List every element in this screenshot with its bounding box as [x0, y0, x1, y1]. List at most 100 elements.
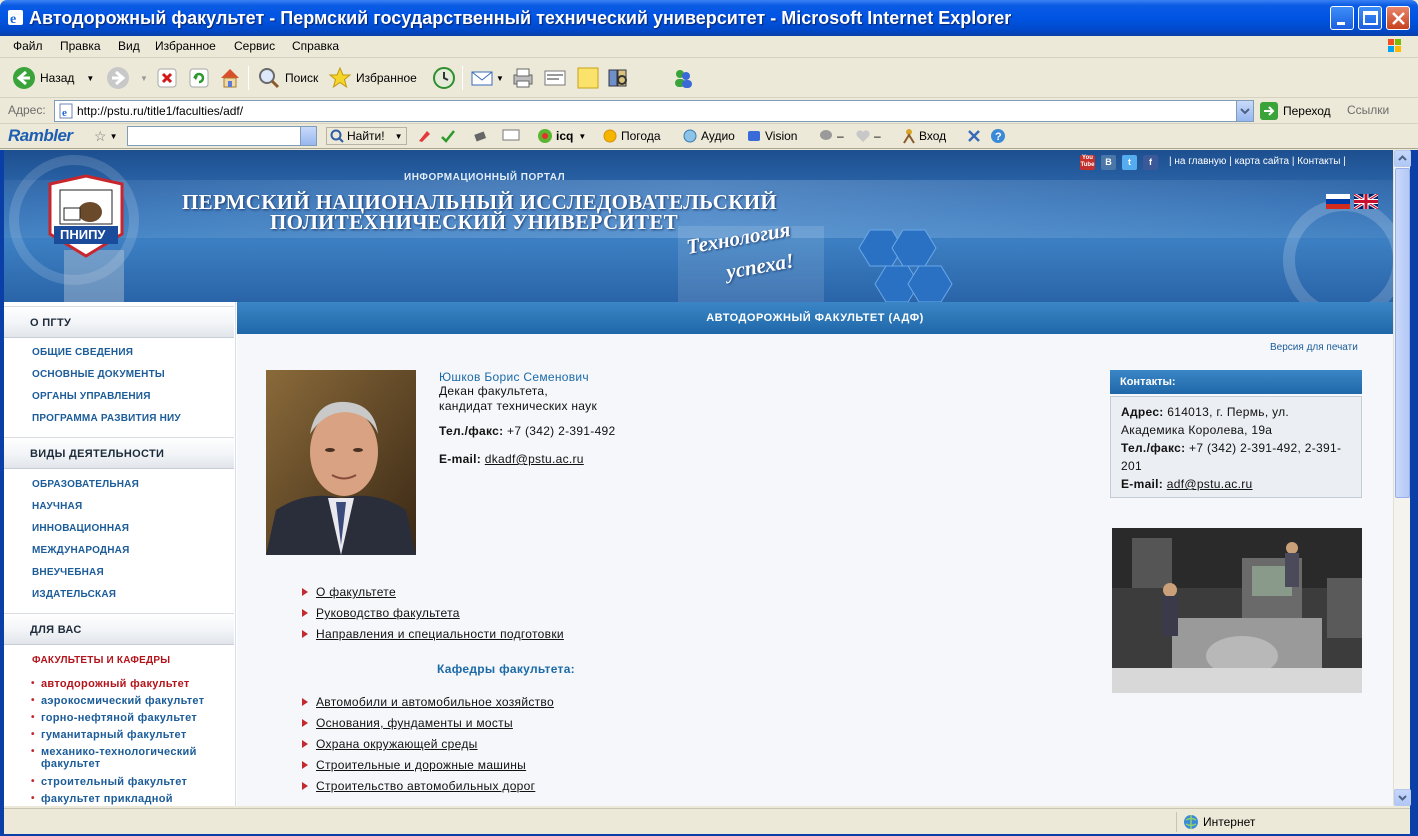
menu-item-governance[interactable]: ОРГАНЫ УПРАВЛЕНИЯ	[32, 391, 151, 402]
youtube-icon[interactable]: You Tube	[1080, 155, 1095, 170]
stop-button[interactable]	[157, 64, 177, 92]
menu-favorites[interactable]: Избранное	[155, 39, 216, 53]
mail-rambler-button[interactable]	[502, 128, 520, 142]
dean-email-link[interactable]: dkadf@pstu.ac.ru	[485, 452, 584, 466]
twitter-icon[interactable]: t	[1122, 155, 1137, 170]
eraser-button[interactable]	[472, 128, 488, 144]
faculty-link-applied[interactable]: факультет прикладной	[31, 793, 173, 805]
highlight-button[interactable]	[416, 128, 432, 144]
rambler-search-dropdown[interactable]	[300, 127, 316, 145]
menu-edit[interactable]: Правка	[60, 39, 101, 53]
rambler-bookmark-button[interactable]: ☆ ▼	[94, 128, 117, 145]
research-button[interactable]	[606, 64, 630, 92]
address-dropdown-button[interactable]	[1236, 101, 1253, 121]
weather-button[interactable]: Погода	[602, 128, 661, 144]
menu-item-international[interactable]: МЕЖДУНАРОДНАЯ	[32, 545, 130, 556]
ie-icon: e	[8, 10, 23, 26]
icq-button[interactable]: icq ▼	[537, 128, 586, 144]
discuss-button[interactable]	[576, 64, 600, 92]
department-link[interactable]: Основания, фундаменты и мосты	[300, 716, 554, 737]
scroll-up-button[interactable]	[1394, 150, 1411, 167]
faculty-link-aerospace[interactable]: аэрокосмический факультет	[31, 695, 204, 707]
help-button[interactable]: ?	[990, 128, 1006, 144]
forward-button[interactable]: ▼	[106, 64, 148, 92]
menu-item-innovative[interactable]: ИННОВАЦИОННАЯ	[32, 523, 129, 534]
menu-file[interactable]: Файл	[13, 39, 43, 53]
menu-tools[interactable]: Сервис	[234, 39, 275, 53]
svg-text:?: ?	[995, 131, 1002, 143]
home-button[interactable]	[218, 64, 242, 92]
faculty-link-mechanical-technological[interactable]: механико-технологический факультет	[31, 746, 231, 770]
rambler-find-button[interactable]: Найти! ▼	[326, 127, 407, 145]
departments-list: Автомобили и автомобильное хозяйство Осн…	[300, 695, 554, 800]
scrollbar-thumb[interactable]	[1395, 168, 1410, 498]
messenger-button[interactable]	[671, 64, 695, 92]
menu-item-publishing[interactable]: ИЗДАТЕЛЬСКАЯ	[32, 589, 116, 600]
sitemap-link[interactable]: карта сайта	[1235, 156, 1289, 167]
mail-button[interactable]: ▼	[470, 64, 504, 92]
history-button[interactable]	[432, 64, 456, 92]
menu-item-general-info[interactable]: ОБЩИЕ СВЕДЕНИЯ	[32, 347, 133, 358]
minimize-button[interactable]	[1330, 6, 1354, 30]
facebook-icon[interactable]: f	[1143, 155, 1158, 170]
maximize-button[interactable]	[1358, 6, 1382, 30]
spellcheck-button[interactable]	[440, 128, 456, 144]
menu-item-scientific[interactable]: НАУЧНАЯ	[32, 501, 82, 512]
refresh-button[interactable]	[189, 64, 209, 92]
go-arrow-icon	[1260, 102, 1278, 120]
close-button[interactable]	[1386, 6, 1410, 30]
contacts-email-link[interactable]: adf@pstu.ac.ru	[1167, 477, 1253, 491]
audio-button[interactable]: Аудио	[682, 128, 735, 144]
menu-item-development-program[interactable]: ПРОГРАММА РАЗВИТИЯ НИУ	[32, 413, 181, 424]
settings-button[interactable]	[966, 128, 982, 144]
vision-button[interactable]: Vision	[746, 128, 797, 144]
about-faculty-link[interactable]: О факультете	[300, 585, 564, 606]
vkontakte-icon[interactable]: В	[1101, 155, 1116, 170]
search-button[interactable]: Поиск	[257, 64, 318, 92]
rambler-search-input[interactable]	[127, 126, 317, 146]
faculty-link-mining-oil[interactable]: горно-нефтяной факультет	[31, 712, 197, 724]
scroll-down-button[interactable]	[1394, 789, 1411, 806]
faculty-management-link[interactable]: Руководство факультета	[300, 606, 564, 627]
department-link[interactable]: Строительство автомобильных дорог	[300, 779, 554, 800]
faculty-link-humanities[interactable]: гуманитарный факультет	[31, 729, 187, 741]
menu-help[interactable]: Справка	[292, 39, 339, 53]
back-button[interactable]: Назад ▼	[12, 64, 94, 92]
dean-role: Декан факультета, кандидат технических н…	[439, 384, 597, 414]
back-dropdown-icon[interactable]: ▼	[86, 74, 94, 83]
department-link[interactable]: Охрана окружающей среды	[300, 737, 554, 758]
menu-section-activities[interactable]: ВИДЫ ДЕЯТЕЛЬНОСТИ	[4, 437, 234, 469]
department-link[interactable]: Автомобили и автомобильное хозяйство	[300, 695, 554, 716]
menu-view[interactable]: Вид	[118, 39, 140, 53]
menu-item-faculties[interactable]: ФАКУЛЬТЕТЫ И КАФЕДРЫ	[32, 655, 170, 666]
likes-button[interactable]: –	[855, 128, 881, 144]
home-link[interactable]: на главную	[1174, 156, 1226, 167]
study-programs-link[interactable]: Направления и специальности подготовки	[300, 627, 564, 648]
edit-button[interactable]	[543, 64, 567, 92]
menu-section-for-you[interactable]: ДЛЯ ВАС	[4, 613, 234, 645]
forward-dropdown-icon[interactable]: ▼	[140, 74, 148, 83]
vertical-scrollbar[interactable]	[1393, 150, 1411, 806]
contacts-link[interactable]: Контакты	[1297, 156, 1340, 167]
rambler-logo[interactable]: Rambler	[8, 126, 73, 146]
menu-item-main-documents[interactable]: ОСНОВНЫЕ ДОКУМЕНТЫ	[32, 369, 165, 380]
address-input[interactable]: e http://pstu.ru/title1/faculties/adf/	[54, 100, 1254, 122]
favorites-button[interactable]: Избранное	[328, 64, 417, 92]
comments-button[interactable]: –	[818, 128, 844, 144]
print-button[interactable]	[511, 64, 535, 92]
menu-section-about[interactable]: О ПГТУ	[4, 306, 234, 338]
faculty-link-automobile-road[interactable]: автодорожный факультет	[31, 678, 190, 690]
mail-dropdown-icon[interactable]: ▼	[496, 74, 504, 83]
login-button[interactable]: Вход	[902, 128, 946, 144]
status-bar: Интернет	[4, 808, 1410, 834]
menu-item-extracurricular[interactable]: ВНЕУЧЕБНАЯ	[32, 567, 104, 578]
links-toolbar[interactable]: Ссылки	[1347, 103, 1389, 117]
print-version-link[interactable]: Версия для печати	[1270, 342, 1358, 353]
russian-flag-icon[interactable]	[1326, 194, 1350, 209]
uk-flag-icon[interactable]	[1354, 194, 1378, 209]
go-button[interactable]: Переход	[1260, 102, 1331, 120]
faculty-link-construction[interactable]: строительный факультет	[31, 776, 187, 788]
menu-item-educational[interactable]: ОБРАЗОВАТЕЛЬНАЯ	[32, 479, 139, 490]
university-logo[interactable]: ПНИПУ	[46, 174, 126, 258]
department-link[interactable]: Строительные и дорожные машины	[300, 758, 554, 779]
